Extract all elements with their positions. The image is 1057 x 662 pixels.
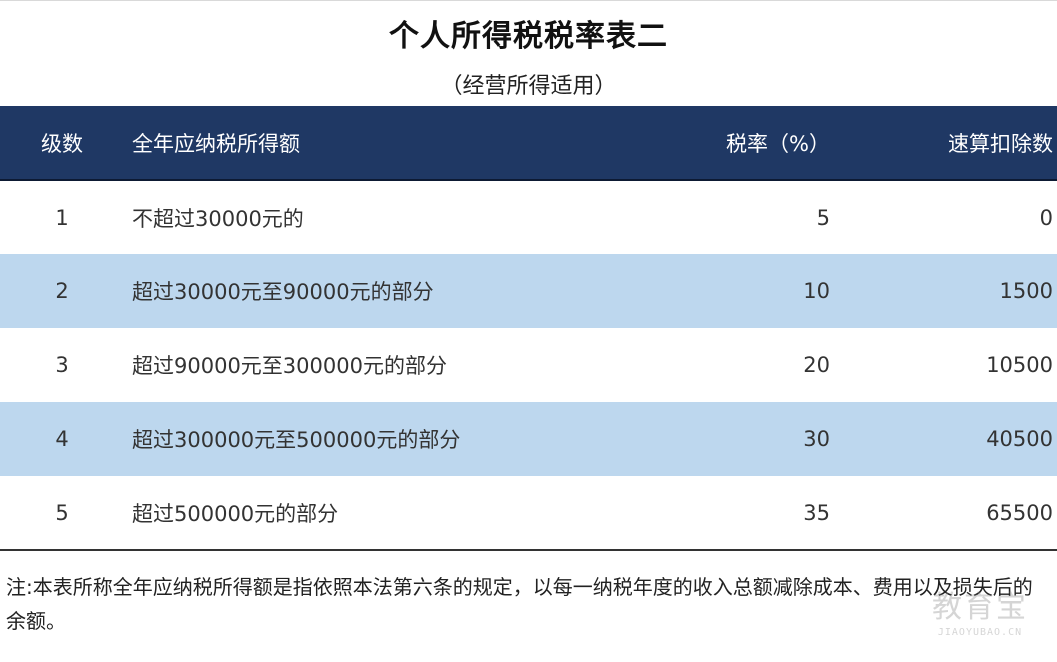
cell-income: 超过90000元至300000元的部分 [132,354,447,378]
cell-income: 超过500000元的部分 [124,476,594,551]
header-row: 级数 全年应纳税所得额 税率（%） 速算扣除数 [0,106,1057,181]
cell-deduction: 40500 [986,427,1053,451]
cell-rate: 5 [816,205,830,230]
watermark-sub: JIAOYUBAO.CN [937,627,1023,638]
tax-rate-table: 级数 全年应纳税所得额 税率（%） 速算扣除数 1 不超过30000元的 5 0… [0,106,1057,551]
header-rate: 税率（%） [594,106,836,181]
cell-level: 1 [55,205,69,230]
cell-level: 2 [55,279,69,303]
cell-deduction: 10500 [986,353,1053,377]
cell-deduction: 65500 [836,476,1057,551]
watermark-main: 教育宝 [932,590,1028,625]
header-income: 全年应纳税所得额 [124,106,594,181]
footnote: 注:本表所称全年应纳税所得额是指依照本法第六条的规定，以每一纳税年度的收入总额减… [6,575,1033,633]
cell-rate: 10 [803,279,830,303]
cell-income: 不超过30000元的 [132,206,304,231]
header-deduction: 速算扣除数 [836,106,1057,181]
cell-level: 5 [0,476,124,551]
header-level: 级数 [0,106,124,181]
cell-income: 超过300000元至500000元的部分 [132,428,461,452]
cell-deduction: 1500 [999,279,1053,303]
cell-level: 3 [55,353,69,377]
document-subtitle: （经营所得适用） [440,74,617,99]
table-row: 3 超过90000元至300000元的部分 20 10500 [0,328,1057,402]
cell-rate: 20 [803,353,830,377]
cell-level: 4 [55,427,69,451]
cell-income: 超过30000元至90000元的部分 [132,280,434,304]
table-row: 1 不超过30000元的 5 0 [0,180,1057,254]
table-row: 2 超过30000元至90000元的部分 10 1500 [0,254,1057,328]
table-row: 5 超过500000元的部分 35 65500 [0,476,1057,551]
cell-deduction: 0 [1039,205,1053,230]
table-header: 级数 全年应纳税所得额 税率（%） 速算扣除数 [0,106,1057,181]
cell-rate: 30 [803,427,830,451]
top-rule [0,0,1057,1]
watermark-logo: 教育宝 JIAOYUBAO.CN [925,590,1035,650]
table-body: 1 不超过30000元的 5 0 2 超过30000元至90000元的部分 10… [0,180,1057,551]
document-title: 个人所得税税率表二 [389,19,668,54]
cell-rate: 35 [594,476,836,551]
table-row: 4 超过300000元至500000元的部分 30 40500 [0,402,1057,476]
